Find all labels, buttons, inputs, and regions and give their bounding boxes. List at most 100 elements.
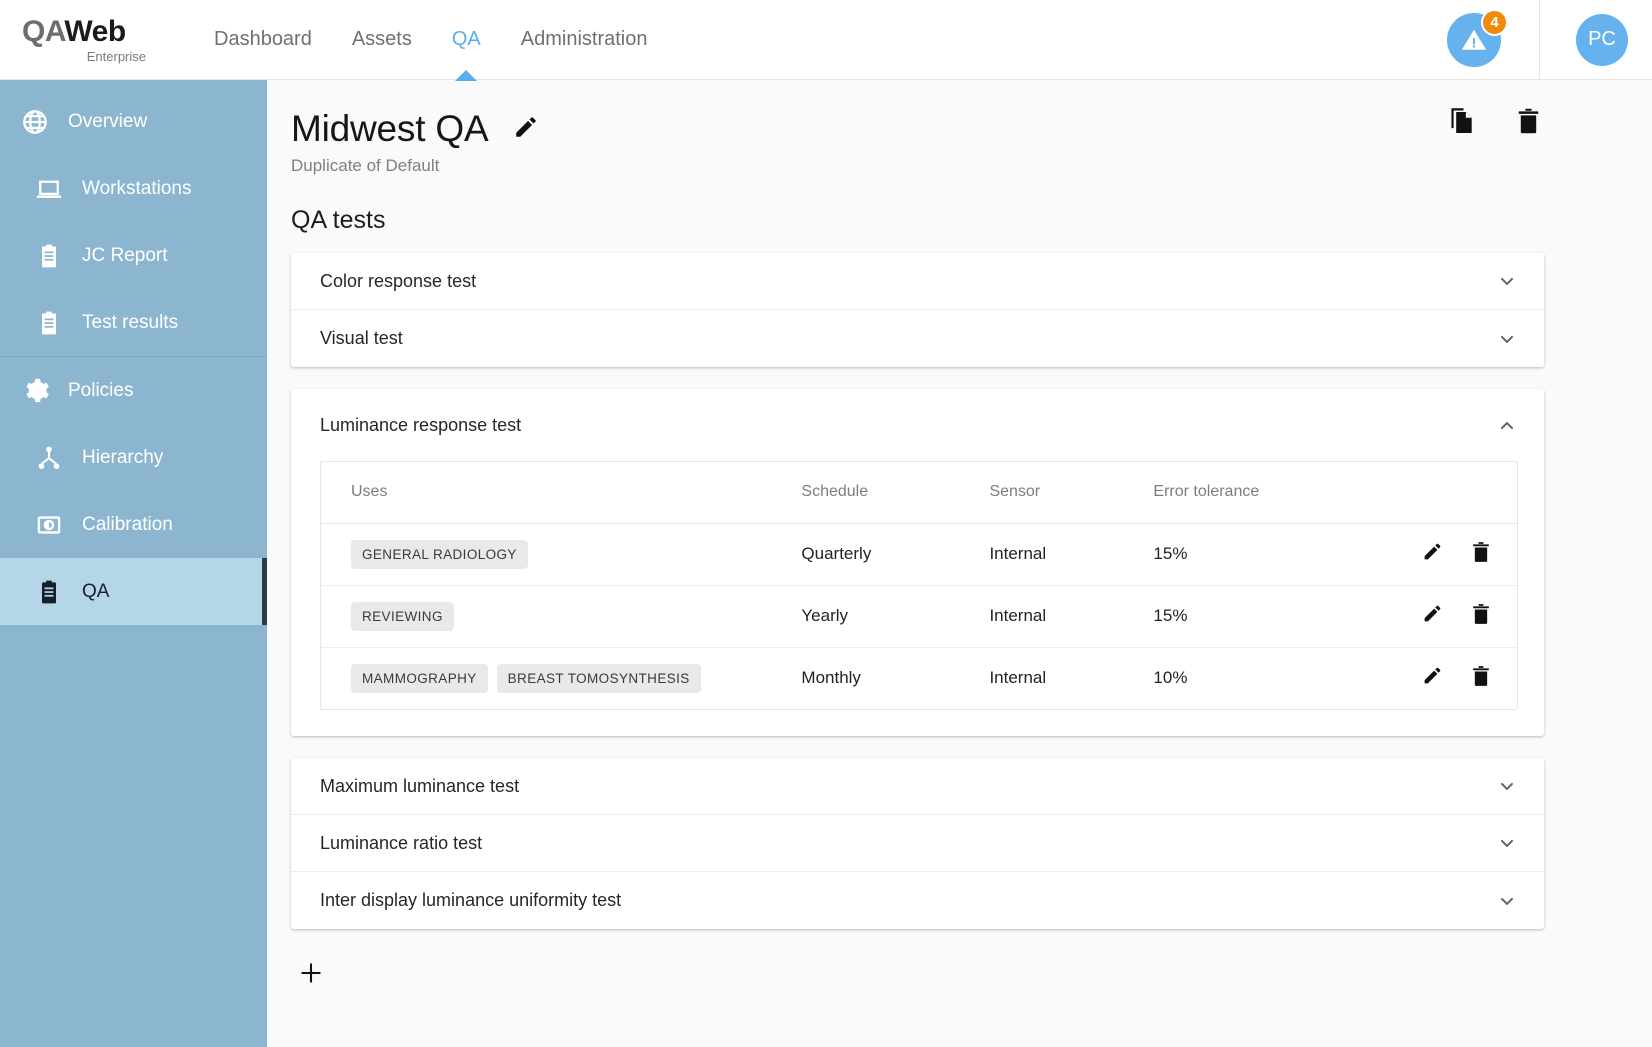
alerts-button[interactable]: 4 <box>1447 8 1508 67</box>
main-nav: Dashboard Assets QA Administration <box>194 0 668 80</box>
cell-actions <box>1386 647 1517 709</box>
table-row: REVIEWING Yearly Internal 15% <box>321 585 1517 648</box>
table-row: MAMMOGRAPHY BREAST TOMOSYNTHESIS Monthly … <box>321 647 1517 709</box>
add-test-row <box>291 951 1652 993</box>
sidebar-item-test-results[interactable]: Test results <box>0 289 267 356</box>
clipboard-icon <box>34 308 64 338</box>
nav-item-administration[interactable]: Administration <box>501 0 668 80</box>
nav-item-qa[interactable]: QA <box>432 0 501 80</box>
cell-uses: REVIEWING <box>321 585 772 648</box>
table-row: GENERAL RADIOLOGY Quarterly Internal 15% <box>321 523 1517 586</box>
logo-subtitle: Enterprise <box>86 48 146 64</box>
title-row: Midwest QA <box>291 108 1620 150</box>
cell-actions <box>1385 523 1517 586</box>
sidebar-item-workstations[interactable]: Workstations <box>0 155 267 222</box>
column-header-uses: Uses <box>321 462 772 524</box>
cell-uses: MAMMOGRAPHY BREAST TOMOSYNTHESIS <box>321 647 771 709</box>
app-logo[interactable]: QAWeb Enterprise <box>22 14 172 64</box>
cell-sensor: Internal <box>959 585 1124 648</box>
accordion-title: Maximum luminance test <box>320 775 520 796</box>
delete-button[interactable] <box>1514 108 1542 138</box>
top-navigation-bar: QAWeb Enterprise Dashboard Assets QA Adm… <box>0 0 1652 80</box>
cell-error-tolerance: 15% <box>1123 585 1386 648</box>
sidebar-item-policies[interactable]: Policies <box>0 357 267 424</box>
row-actions <box>1416 541 1517 566</box>
accordion-title: Color response test <box>320 270 477 291</box>
use-chip: MAMMOGRAPHY <box>351 663 488 693</box>
edit-row-button[interactable] <box>1422 542 1444 566</box>
chevron-down-icon[interactable] <box>1496 832 1518 854</box>
edit-title-button[interactable] <box>510 113 542 145</box>
accordion-maximum-luminance-test[interactable]: Maximum luminance test <box>291 758 1544 815</box>
table-header-row: Uses Schedule Sensor Error tolerance <box>321 462 1517 524</box>
edit-row-button[interactable] <box>1422 666 1444 690</box>
accordion-title: Luminance ratio test <box>320 832 483 853</box>
page-title: Midwest QA <box>291 108 489 149</box>
sidebar: Overview Workstations JC Report Test res… <box>0 80 267 1047</box>
row-actions <box>1416 603 1517 628</box>
sidebar-item-calibration[interactable]: Calibration <box>0 491 267 558</box>
logo-web-text: Web <box>64 14 126 48</box>
pencil-icon <box>1422 541 1443 567</box>
delete-row-button[interactable] <box>1470 541 1492 566</box>
alerts-cell: 4 <box>1407 0 1540 80</box>
sidebar-item-hierarchy[interactable]: Hierarchy <box>0 424 267 491</box>
accordion-luminance-response-test[interactable]: Luminance response test <box>291 389 1544 452</box>
accordion-visual-test[interactable]: Visual test <box>291 310 1544 367</box>
nav-item-dashboard[interactable]: Dashboard <box>194 0 332 80</box>
cell-error-tolerance: 15% <box>1123 523 1386 586</box>
sidebar-item-label: Overview <box>68 110 148 132</box>
trash-icon <box>1471 665 1491 692</box>
cell-schedule: Quarterly <box>771 523 960 586</box>
avatar-cell: PC <box>1540 0 1652 80</box>
alerts-badge-count: 4 <box>1481 8 1508 36</box>
accordion-luminance-ratio-test[interactable]: Luminance ratio test <box>291 815 1544 872</box>
page-subtitle: Duplicate of Default <box>291 156 440 175</box>
luminance-response-table: Uses Schedule Sensor Error tolerance GEN… <box>321 462 1517 709</box>
sidebar-item-label: JC Report <box>82 244 168 266</box>
accordion-title: Inter display luminance uniformity test <box>320 890 622 910</box>
duplicate-button[interactable] <box>1448 107 1476 138</box>
logo-text: QAWeb <box>22 14 126 48</box>
use-chip: BREAST TOMOSYNTHESIS <box>496 663 701 693</box>
accordion-inter-display-luminance-uniformity-test[interactable]: Inter display luminance uniformity test <box>291 872 1544 929</box>
qa-test-card-luminance-response: Luminance response test Uses Schedule Se… <box>291 389 1544 736</box>
cell-schedule: Monthly <box>801 668 861 688</box>
luminance-response-table-wrap: Uses Schedule Sensor Error tolerance GEN… <box>320 461 1518 710</box>
topbar-right-group: 4 PC <box>1407 0 1652 80</box>
sidebar-item-overview[interactable]: Overview <box>0 88 267 155</box>
sidebar-item-label: Calibration <box>82 513 173 535</box>
nav-item-assets[interactable]: Assets <box>332 0 432 80</box>
chevron-down-icon[interactable] <box>1496 775 1518 797</box>
edit-row-button[interactable] <box>1422 604 1444 628</box>
pencil-icon <box>1422 665 1443 691</box>
accordion-title: Luminance response test <box>320 415 522 435</box>
clipboard-icon <box>34 241 64 271</box>
cell-actions <box>1385 585 1517 648</box>
table-body: GENERAL RADIOLOGY Quarterly Internal 15% <box>321 523 1517 709</box>
sidebar-item-qa[interactable]: QA <box>0 558 267 625</box>
page-header: Midwest QA Duplicate of Default <box>267 80 1652 176</box>
delete-row-button[interactable] <box>1470 603 1492 628</box>
chevron-down-icon[interactable] <box>1496 890 1518 912</box>
hierarchy-icon <box>34 443 64 473</box>
chevron-up-icon[interactable] <box>1496 415 1518 437</box>
accordion-color-response-test[interactable]: Color response test <box>291 253 1544 310</box>
section-title: QA tests <box>291 206 386 234</box>
cell-sensor: Internal <box>959 523 1124 586</box>
add-test-button[interactable] <box>291 953 331 993</box>
trash-icon <box>1516 107 1541 140</box>
accordion-title: Visual test <box>320 328 403 348</box>
chevron-down-icon[interactable] <box>1496 270 1518 292</box>
plus-icon <box>298 960 324 986</box>
main-content: Midwest QA Duplicate of Default QA tests… <box>267 80 1652 1047</box>
sidebar-item-jc-report[interactable]: JC Report <box>0 222 267 289</box>
sidebar-item-label: Policies <box>68 379 134 401</box>
avatar[interactable]: PC <box>1576 13 1628 66</box>
logo-qa-text: QA <box>22 14 65 48</box>
gear-icon <box>20 376 50 406</box>
sidebar-item-label: Hierarchy <box>82 446 164 468</box>
chevron-down-icon[interactable] <box>1496 328 1518 350</box>
delete-row-button[interactable] <box>1470 665 1492 692</box>
cell-sensor: Internal <box>989 668 1047 688</box>
